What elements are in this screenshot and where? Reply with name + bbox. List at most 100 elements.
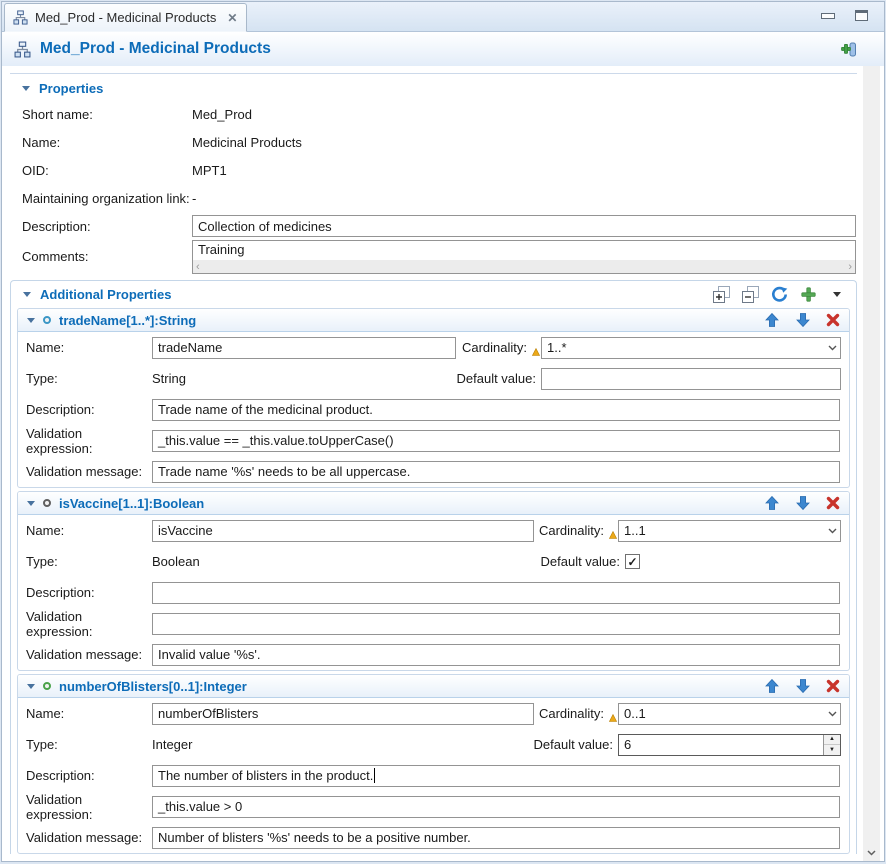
hierarchy-icon — [13, 10, 28, 25]
delete-icon[interactable] — [826, 679, 840, 693]
move-down-icon[interactable] — [795, 678, 811, 694]
name-input[interactable]: numberOfBlisters — [152, 703, 534, 725]
description-input[interactable] — [152, 582, 840, 604]
cardinality-select[interactable]: 1..* — [541, 337, 841, 359]
property-header[interactable]: numberOfBlisters[0..1]:Integer — [18, 675, 849, 698]
move-up-icon[interactable] — [764, 495, 780, 511]
name-input[interactable]: isVaccine — [152, 520, 534, 542]
description-input[interactable]: Collection of medicines — [192, 215, 856, 237]
name-value: Medicinal Products — [192, 135, 302, 150]
cardinality-label: Cardinality: — [539, 706, 604, 721]
delete-icon[interactable] — [826, 313, 840, 327]
org-link-label: Maintaining organization link: — [22, 191, 192, 206]
property-header[interactable]: isVaccine[1..1]:Boolean — [18, 492, 849, 515]
property-title: isVaccine[1..1]:Boolean — [59, 496, 204, 511]
expand-all-icon[interactable] — [712, 286, 730, 304]
property-box-numberofblisters: numberOfBlisters[0..1]:Integer — [17, 674, 850, 854]
add-menu-chevron-icon[interactable] — [828, 286, 846, 304]
chevron-down-icon — [828, 528, 837, 534]
comments-input[interactable]: Training ‹ › — [192, 240, 856, 274]
validation-message-label: Validation message: — [26, 647, 152, 662]
tab-title: Med_Prod - Medicinal Products — [35, 10, 216, 25]
collapse-triangle-icon[interactable] — [22, 86, 30, 91]
description-label: Description: — [26, 768, 152, 783]
default-value-checkbox[interactable]: ✓ — [625, 554, 640, 569]
validation-message-label: Validation message: — [26, 464, 152, 479]
hierarchy-icon — [14, 41, 31, 58]
refresh-icon[interactable] — [770, 286, 788, 304]
collapse-all-icon[interactable] — [741, 286, 759, 304]
type-value: Integer — [152, 737, 192, 752]
property-title: numberOfBlisters[0..1]:Integer — [59, 679, 247, 694]
editor-tab[interactable]: Med_Prod - Medicinal Products ✕ — [4, 3, 247, 32]
spinner-down-icon[interactable]: ▼ — [824, 745, 840, 755]
properties-header[interactable]: Properties — [10, 76, 857, 100]
comments-hscrollbar[interactable]: ‹ › — [193, 260, 855, 273]
cardinality-select[interactable]: 0..1 — [618, 703, 841, 725]
move-down-icon[interactable] — [795, 495, 811, 511]
field-oid: OID: MPT1 — [10, 156, 857, 184]
validation-message-input[interactable]: Invalid value '%s'. — [152, 644, 840, 666]
minimize-icon[interactable] — [821, 13, 835, 19]
section-title: Properties — [39, 81, 103, 96]
description-input[interactable]: The number of blisters in the product. — [152, 765, 840, 787]
editor-window: Med_Prod - Medicinal Products ✕ Med_Prod… — [1, 1, 885, 862]
move-down-icon[interactable] — [795, 312, 811, 328]
tab-close-icon[interactable]: ✕ — [227, 11, 237, 25]
name-label: Name: — [26, 706, 152, 721]
validation-message-input[interactable]: Trade name '%s' needs to be all uppercas… — [152, 461, 840, 483]
maximize-icon[interactable] — [855, 10, 868, 21]
section-additional-properties: Additional Properties — [10, 280, 857, 854]
short-name-value: Med_Prod — [192, 107, 252, 122]
form-body: Properties Short name: Med_Prod Name: Me… — [2, 66, 884, 861]
field-org-link: Maintaining organization link: - — [10, 184, 857, 212]
type-value: String — [152, 371, 186, 386]
field-name: Name: Medicinal Products — [10, 128, 857, 156]
tab-bar: Med_Prod - Medicinal Products ✕ — [2, 2, 884, 32]
type-label: Type: — [26, 737, 152, 752]
org-link-value: - — [192, 191, 196, 206]
collapse-triangle-icon[interactable] — [27, 318, 35, 323]
collapse-triangle-icon[interactable] — [23, 292, 31, 297]
description-label: Description: — [26, 585, 152, 600]
move-up-icon[interactable] — [764, 312, 780, 328]
add-page-icon[interactable] — [840, 40, 858, 58]
oid-value: MPT1 — [192, 163, 227, 178]
property-box-tradename: tradeName[1..*]:String Name — [17, 308, 850, 488]
additional-properties-header[interactable]: Additional Properties — [11, 281, 856, 308]
delete-icon[interactable] — [826, 496, 840, 510]
validation-expression-input[interactable] — [152, 613, 840, 635]
vertical-scrollbar[interactable] — [863, 66, 880, 861]
move-up-icon[interactable] — [764, 678, 780, 694]
scrollbar-down-icon[interactable] — [867, 850, 876, 856]
collapse-triangle-icon[interactable] — [27, 501, 35, 506]
section-properties: Properties Short name: Med_Prod Name: Me… — [10, 73, 857, 274]
spinner-up-icon[interactable]: ▲ — [824, 735, 840, 746]
warning-decoration-icon — [609, 531, 617, 539]
scroll-right-icon[interactable]: › — [848, 262, 852, 272]
short-name-label: Short name: — [22, 107, 192, 122]
validation-expression-input[interactable]: _this.value > 0 — [152, 796, 840, 818]
name-label: Name: — [26, 340, 152, 355]
name-label: Name: — [26, 523, 152, 538]
field-short-name: Short name: Med_Prod — [10, 100, 857, 128]
validation-message-input[interactable]: Number of blisters '%s' needs to be a po… — [152, 827, 840, 849]
type-label: Type: — [26, 554, 152, 569]
add-property-icon[interactable] — [799, 286, 817, 304]
description-label: Description: — [22, 219, 192, 234]
type-label: Type: — [26, 371, 152, 386]
description-input[interactable]: Trade name of the medicinal product. — [152, 399, 840, 421]
default-value-input[interactable] — [541, 368, 841, 390]
scroll-left-icon[interactable]: ‹ — [196, 262, 200, 272]
property-header[interactable]: tradeName[1..*]:String — [18, 309, 849, 332]
cardinality-select[interactable]: 1..1 — [618, 520, 841, 542]
page-title: Med_Prod - Medicinal Products — [40, 40, 271, 58]
collapse-triangle-icon[interactable] — [27, 684, 35, 689]
default-value-spinner[interactable]: 6 ▲ ▼ — [618, 734, 841, 756]
validation-expression-input[interactable]: _this.value == _this.value.toUpperCase() — [152, 430, 840, 452]
default-value-label: Default value: — [541, 554, 621, 569]
description-label: Description: — [26, 402, 152, 417]
cardinality-label: Cardinality: — [539, 523, 604, 538]
warning-decoration-icon — [609, 714, 617, 722]
name-input[interactable]: tradeName — [152, 337, 456, 359]
